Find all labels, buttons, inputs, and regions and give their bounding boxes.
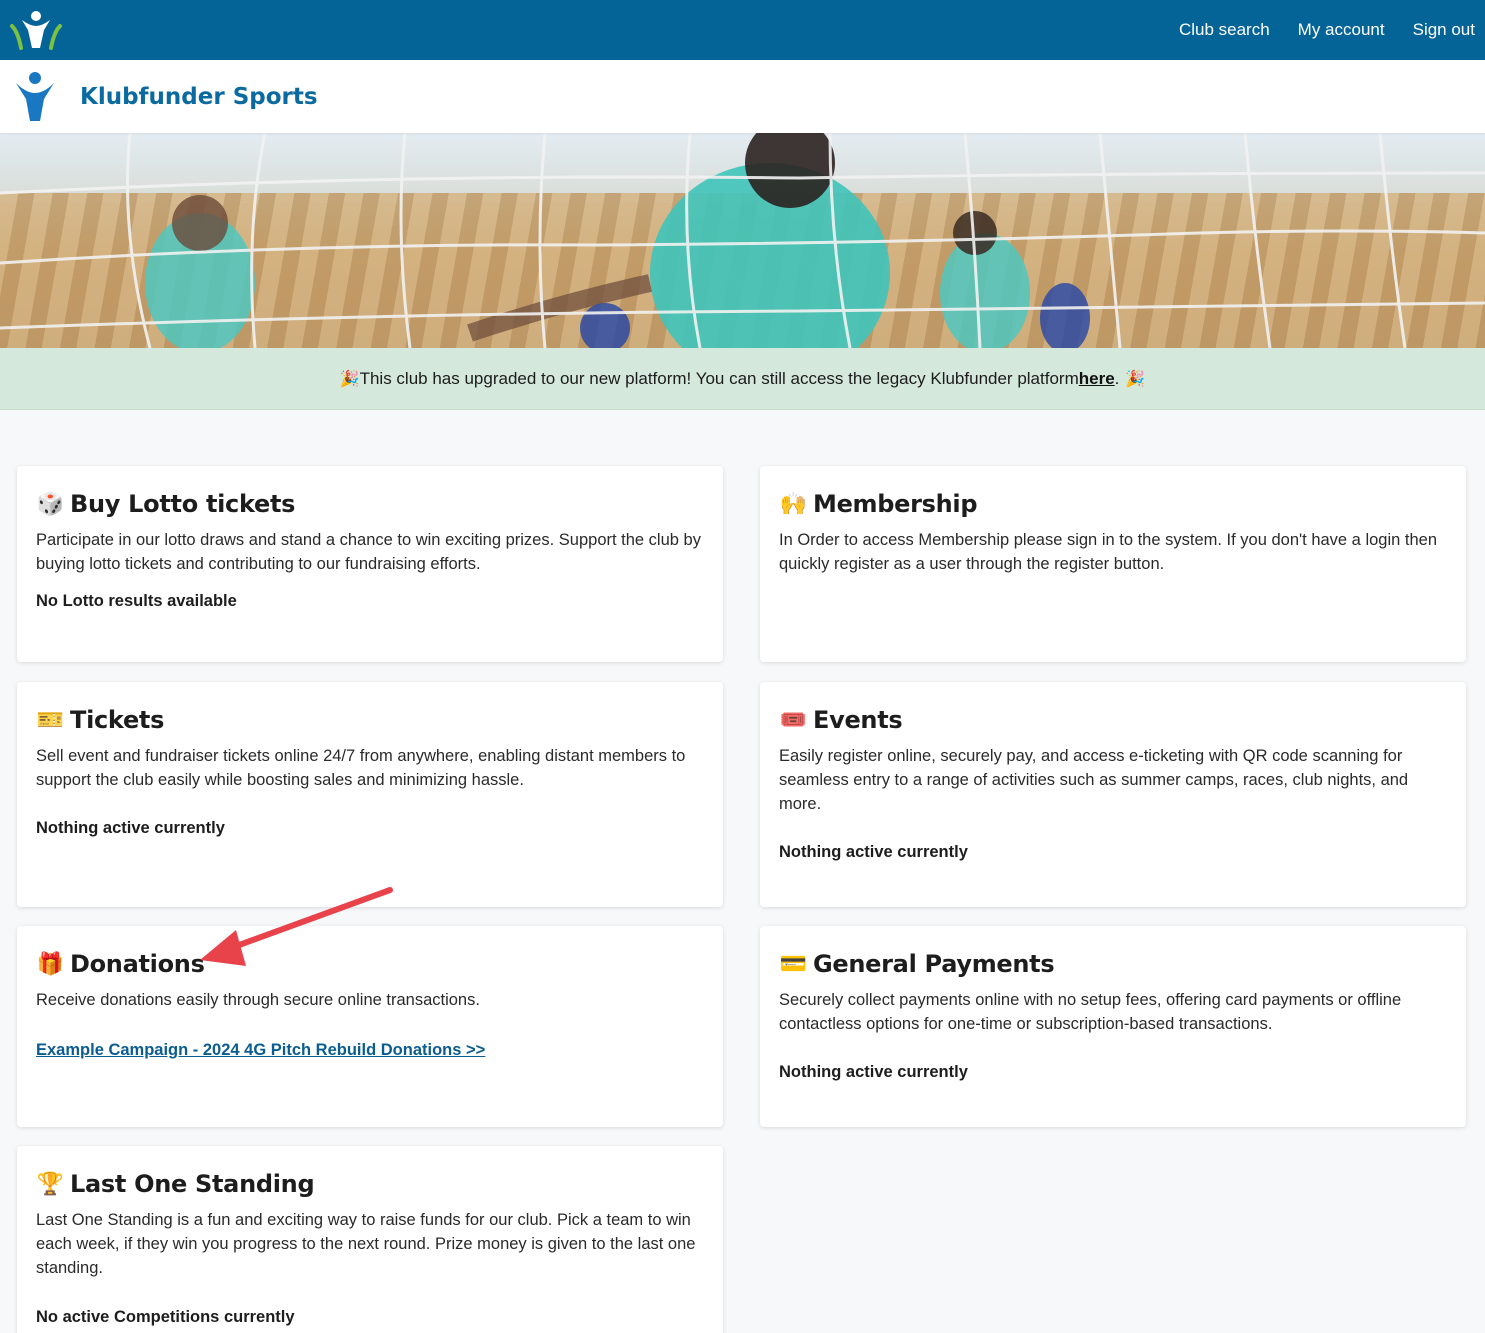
sign-out-link[interactable]: Sign out: [1413, 20, 1475, 40]
events-description: Easily register online, securely pay, an…: [779, 747, 1409, 813]
annotation-arrow-icon: [200, 887, 393, 966]
last-one-standing-card: 🏆 Last One Standing Last One Standing is…: [17, 1146, 723, 1333]
club-search-link[interactable]: Club search: [1179, 20, 1270, 40]
events-title[interactable]: Events: [813, 706, 903, 734]
general-payments-status: Nothing active currently: [779, 1063, 968, 1081]
admission-ticket-icon: 🎟️: [779, 707, 807, 733]
tickets-card: 🎫 Tickets Sell event and fundraiser tick…: [17, 682, 723, 907]
last-one-standing-description: Last One Standing is a fun and exciting …: [36, 1211, 696, 1277]
my-account-link[interactable]: My account: [1298, 20, 1385, 40]
tickets-title[interactable]: Tickets: [70, 706, 164, 734]
events-card-heading: 🎟️ Events: [779, 706, 1447, 734]
last-one-standing-status: No active Competitions currently: [36, 1308, 295, 1326]
membership-title[interactable]: Membership: [813, 490, 978, 518]
trophy-icon: 🏆: [36, 1171, 64, 1197]
ticket-icon: 🎫: [36, 707, 64, 733]
party-popper-icon: 🎉: [1125, 370, 1146, 388]
legacy-platform-link[interactable]: here: [1079, 369, 1115, 389]
donations-title[interactable]: Donations: [70, 950, 205, 978]
general-payments-title[interactable]: General Payments: [813, 950, 1055, 978]
people-icon: 🙌: [779, 491, 807, 517]
hero-image: [0, 133, 1485, 348]
banner-text-end: .: [1114, 368, 1120, 388]
membership-card: 🙌 Membership In Order to access Membersh…: [760, 466, 1466, 662]
top-navbar: Club search My account Sign out: [0, 0, 1485, 60]
credit-card-icon: 💳: [779, 951, 807, 977]
donations-link-row: Example Campaign - 2024 4G Pitch Rebuild…: [36, 1040, 704, 1060]
tickets-card-heading: 🎫 Tickets: [36, 706, 704, 734]
last-one-standing-title[interactable]: Last One Standing: [70, 1170, 315, 1198]
general-payments-card: 💳 General Payments Securely collect paym…: [760, 926, 1466, 1127]
club-header: Klubfunder Sports: [0, 60, 1485, 133]
events-status: Nothing active currently: [779, 843, 968, 861]
last-one-standing-card-heading: 🏆 Last One Standing: [36, 1170, 704, 1198]
upgrade-banner: 🎉 This club has upgraded to our new plat…: [0, 348, 1485, 410]
club-name[interactable]: Klubfunder Sports: [80, 84, 318, 110]
banner-text: This club has upgraded to our new platfo…: [359, 368, 1079, 388]
general-payments-description: Securely collect payments online with no…: [779, 991, 1402, 1033]
lotto-card-heading: 🎲 Buy Lotto tickets: [36, 490, 704, 518]
lotto-status: No Lotto results available: [36, 592, 237, 610]
membership-card-heading: 🙌 Membership: [779, 490, 1447, 518]
events-card: 🎟️ Events Easily register online, secure…: [760, 682, 1466, 907]
donation-campaign-link[interactable]: Example Campaign - 2024 4G Pitch Rebuild…: [36, 1041, 485, 1059]
tickets-description: Sell event and fundraiser tickets online…: [36, 747, 686, 789]
lotto-card: 🎲 Buy Lotto tickets Participate in our l…: [17, 466, 723, 662]
lotto-description: Participate in our lotto draws and stand…: [36, 531, 701, 573]
donations-description: Receive donations easily through secure …: [36, 991, 480, 1009]
club-logo-icon[interactable]: [14, 71, 56, 123]
klubfunder-logo-icon[interactable]: [8, 8, 64, 52]
tickets-status: Nothing active currently: [36, 819, 225, 837]
membership-description: In Order to access Membership please sig…: [779, 531, 1438, 573]
general-payments-card-heading: 💳 General Payments: [779, 950, 1447, 978]
top-nav: Club search My account Sign out: [1179, 20, 1475, 40]
dice-icon: 🎲: [36, 491, 64, 517]
lotto-title[interactable]: Buy Lotto tickets: [70, 490, 295, 518]
party-popper-icon: 🎉: [339, 370, 360, 388]
gift-icon: 🎁: [36, 951, 64, 977]
